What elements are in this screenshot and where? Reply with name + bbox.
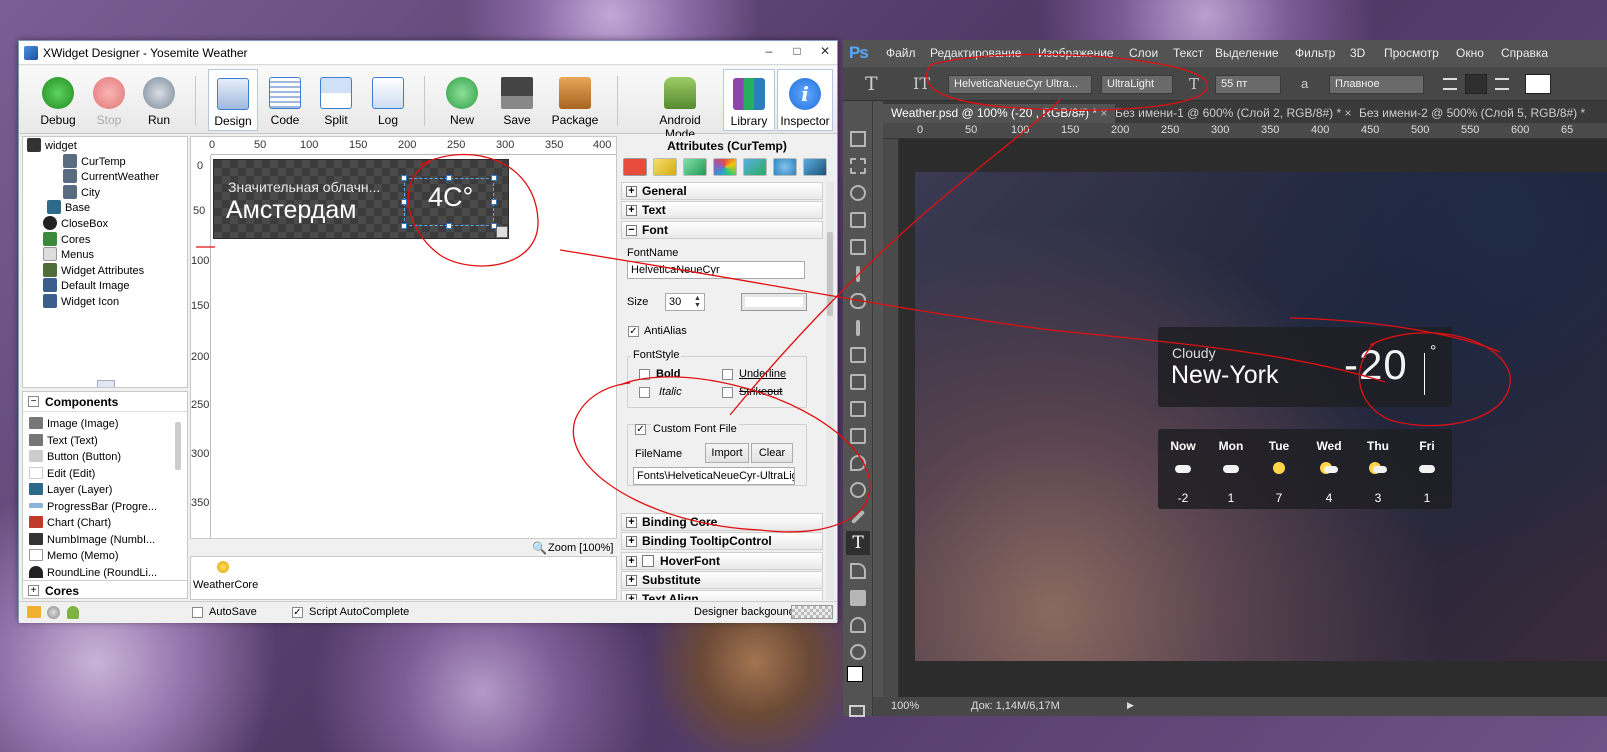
annotation-line-1 bbox=[559, 249, 1386, 383]
annotation-overlay bbox=[196, 53, 1511, 533]
annotation-circle-temp bbox=[407, 153, 539, 267]
annotation-line-4 bbox=[1289, 317, 1501, 353]
annotation-circle-ps-font bbox=[925, 53, 1208, 111]
annotation-line-2 bbox=[729, 99, 1061, 416]
annotation-circle-font bbox=[572, 376, 871, 533]
